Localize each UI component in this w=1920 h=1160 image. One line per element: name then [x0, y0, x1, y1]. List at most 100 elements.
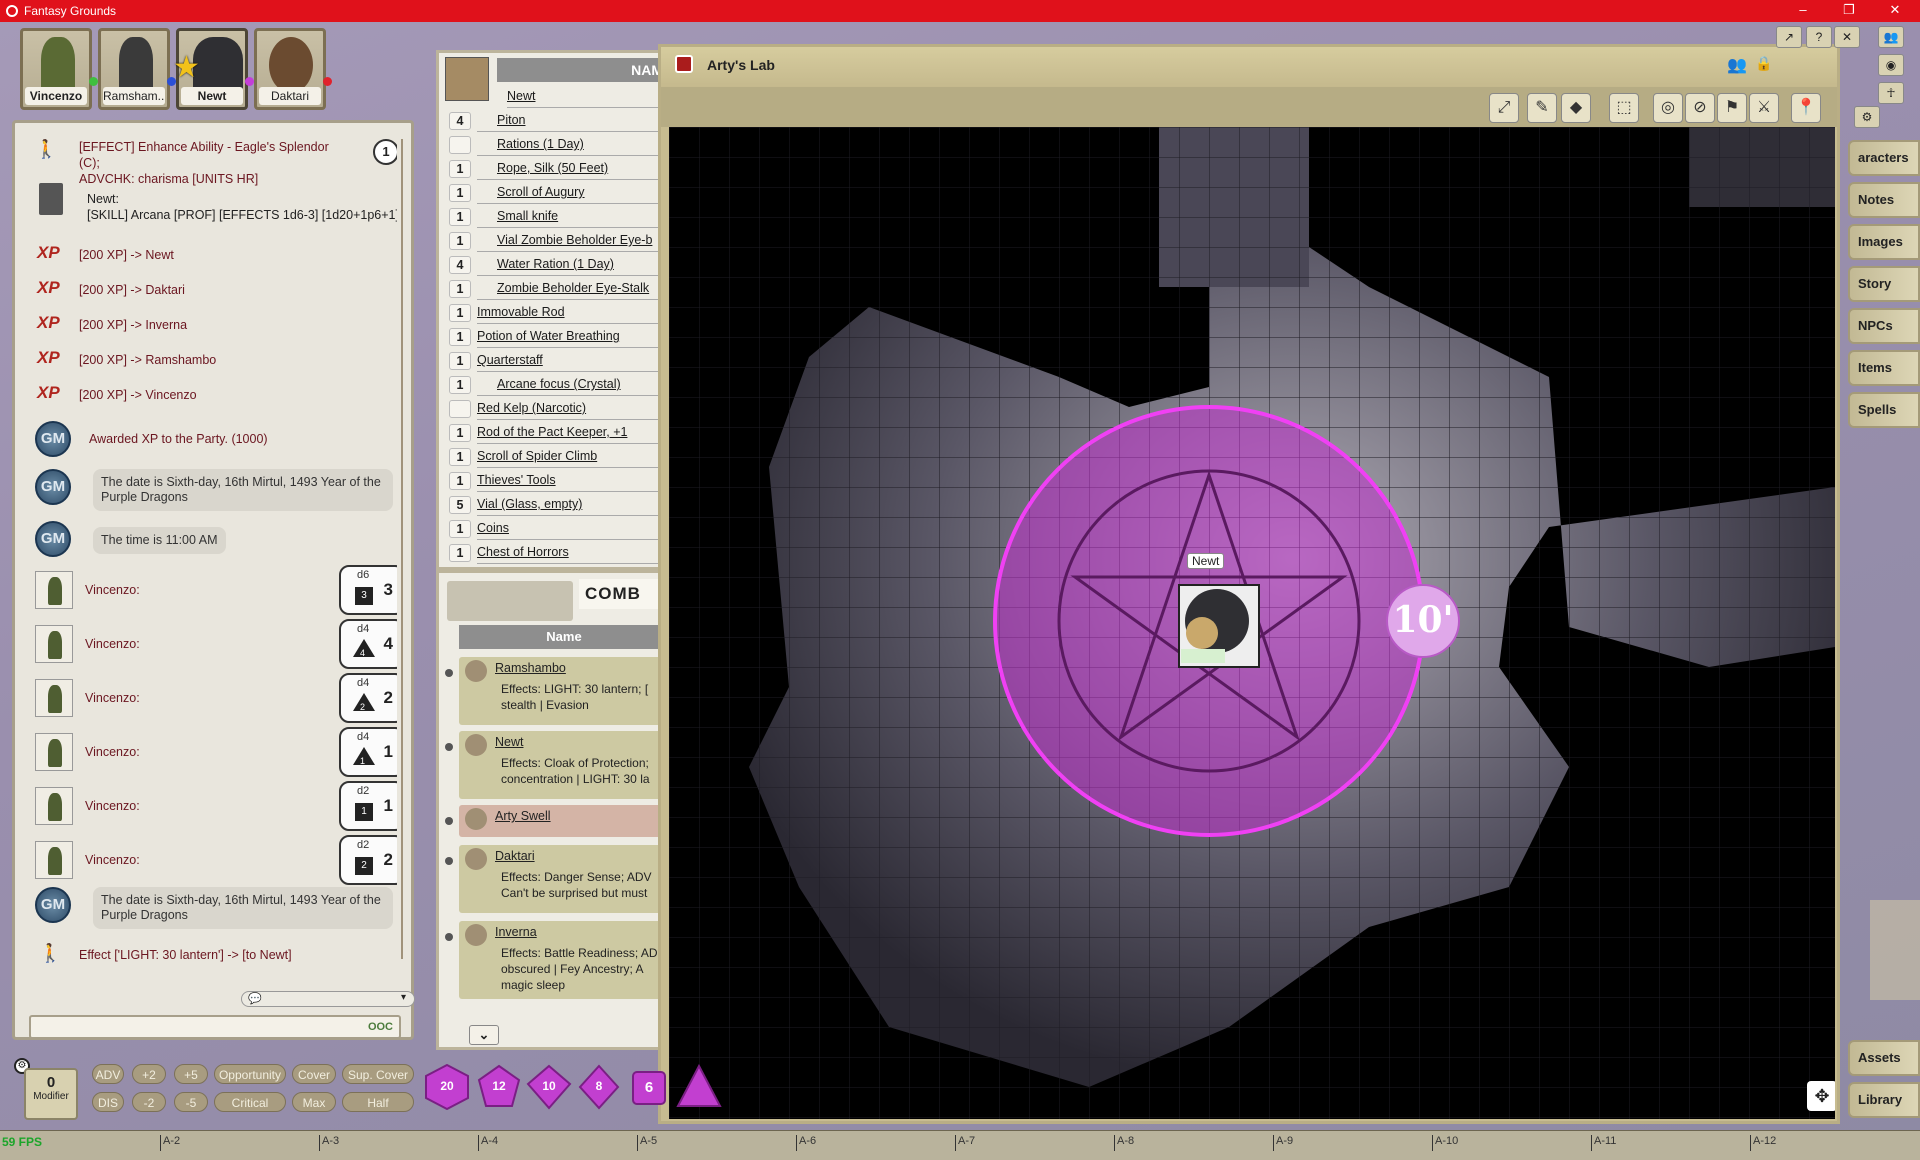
opportunity-button[interactable]: Opportunity	[214, 1064, 286, 1084]
critical-button[interactable]: Critical	[214, 1092, 286, 1112]
pencil-icon[interactable]: ✎	[1527, 93, 1557, 123]
minimize-button[interactable]: –	[1780, 0, 1826, 22]
item-quantity[interactable]: 1	[449, 544, 471, 562]
combatant-entry[interactable]: Arty Swell	[459, 805, 669, 837]
sidebar-item-story[interactable]: Story	[1848, 266, 1920, 302]
eraser-icon[interactable]: ◆	[1561, 93, 1591, 123]
item-quantity[interactable]: 1	[449, 520, 471, 538]
combatant-radio[interactable]	[445, 817, 453, 825]
inventory-item[interactable]: 1 Rod of the Pact Keeper, +1	[449, 423, 669, 444]
combatant-name[interactable]: Inverna	[495, 925, 537, 939]
item-quantity[interactable]	[449, 136, 471, 154]
map-recenter-button[interactable]: ✥	[1807, 1081, 1835, 1111]
item-name[interactable]: Piton	[497, 113, 526, 127]
item-quantity[interactable]: 1	[449, 208, 471, 226]
item-name[interactable]: Water Ration (1 Day)	[497, 257, 614, 271]
expand-button[interactable]: ⌄	[469, 1025, 499, 1045]
half-button[interactable]: Half	[342, 1092, 414, 1112]
item-name[interactable]: Rope, Silk (50 Feet)	[497, 161, 608, 175]
item-quantity[interactable]: 4	[449, 112, 471, 130]
d12-button[interactable]: 12	[476, 1064, 522, 1110]
inventory-item[interactable]: 4 Water Ration (1 Day)	[449, 255, 669, 276]
d6-button[interactable]: 6	[626, 1064, 672, 1110]
combatant-entry[interactable]: Newt Effects: Cloak of Protection; concent…	[459, 731, 669, 799]
inventory-item[interactable]: 4 Piton	[449, 111, 669, 132]
modifier-box[interactable]: 0 Modifier	[24, 1068, 78, 1120]
adv-button[interactable]: ADV	[92, 1064, 124, 1084]
gear-icon[interactable]: ⚙	[1854, 106, 1880, 128]
close-map-icon[interactable]: ✕	[1834, 26, 1860, 48]
flag-icon[interactable]: ⚑	[1717, 93, 1747, 123]
item-name[interactable]: Red Kelp (Narcotic)	[477, 401, 586, 415]
inventory-item[interactable]: 1 Scroll of Augury	[449, 183, 669, 204]
combatant-name[interactable]: Ramshambo	[495, 661, 566, 675]
item-quantity[interactable]: 1	[449, 328, 471, 346]
combatant-entry[interactable]: Inverna Effects: Battle Readiness; AD obsc…	[459, 921, 669, 999]
inventory-item[interactable]: 1 Scroll of Spider Climb	[449, 447, 669, 468]
item-name[interactable]: Chest of Horrors	[477, 545, 569, 559]
select-icon[interactable]: ⬚	[1609, 93, 1639, 123]
combatant-radio[interactable]	[445, 669, 453, 677]
item-quantity[interactable]: 1	[449, 280, 471, 298]
item-name[interactable]: Quarterstaff	[477, 353, 543, 367]
pin-icon[interactable]: 📍	[1791, 93, 1821, 123]
max-button[interactable]: Max	[292, 1092, 336, 1112]
item-name[interactable]: Scroll of Augury	[497, 185, 585, 199]
item-quantity[interactable]: 5	[449, 496, 471, 514]
inventory-item[interactable]: 1 Thieves' Tools	[449, 471, 669, 492]
d20-button[interactable]: 20	[424, 1063, 470, 1111]
item-name[interactable]: Immovable Rod	[477, 305, 565, 319]
inventory-item[interactable]: 1 Arcane focus (Crystal)	[449, 375, 669, 396]
item-quantity[interactable]: 1	[449, 424, 471, 442]
pointer-icon[interactable]: ↗	[1776, 26, 1802, 48]
combatant-radio[interactable]	[445, 743, 453, 751]
minus5-button[interactable]: -5	[174, 1092, 208, 1112]
party-portrait-ramshambo[interactable]: Ramsham...	[98, 28, 176, 110]
item-name[interactable]: Rations (1 Day)	[497, 137, 584, 151]
ooc-toggle[interactable]: OOC	[368, 1021, 393, 1033]
item-quantity[interactable]: 1	[449, 160, 471, 178]
chat-mode-select[interactable]: 💬 ▾	[241, 991, 415, 1007]
item-name[interactable]: Vial (Glass, empty)	[477, 497, 582, 511]
minus2-button[interactable]: -2	[132, 1092, 166, 1112]
item-name[interactable]: Zombie Beholder Eye-Stalk	[497, 281, 649, 295]
help-icon[interactable]: ?	[1806, 26, 1832, 48]
item-name[interactable]: Arcane focus (Crystal)	[497, 377, 621, 391]
inventory-item[interactable]: 1 Immovable Rod	[449, 303, 669, 324]
item-name[interactable]: Vial Zombie Beholder Eye-b	[497, 233, 652, 247]
inventory-item[interactable]: 1 Chest of Horrors	[449, 543, 669, 564]
item-name[interactable]: Rod of the Pact Keeper, +1	[477, 425, 627, 439]
item-name[interactable]: Thieves' Tools	[477, 473, 556, 487]
combatant-name[interactable]: Newt	[495, 735, 523, 749]
combatant-entry[interactable]: Ramshambo Effects: LIGHT: 30 lantern; [st…	[459, 657, 669, 725]
item-name[interactable]: Scroll of Spider Climb	[477, 449, 597, 463]
cover-button[interactable]: Cover	[292, 1064, 336, 1084]
close-button[interactable]: ✕	[1872, 0, 1918, 22]
sidebar-item-assets[interactable]: Assets	[1848, 1040, 1920, 1076]
inventory-item[interactable]: 1 Potion of Water Breathing	[449, 327, 669, 348]
map-canvas[interactable]: Newt 10' ✥	[669, 127, 1835, 1119]
figure-icon[interactable]: ☥	[1878, 82, 1904, 104]
sup-cover-button[interactable]: Sup. Cover	[342, 1064, 414, 1084]
d4-button[interactable]	[676, 1063, 722, 1110]
item-quantity[interactable]: 1	[449, 472, 471, 490]
item-name[interactable]: Small knife	[497, 209, 558, 223]
fullscreen-icon[interactable]: ⤢	[1489, 93, 1519, 123]
sidebar-item-notes[interactable]: Notes	[1848, 182, 1920, 218]
dis-button[interactable]: DIS	[92, 1092, 124, 1112]
inventory-item[interactable]: Red Kelp (Narcotic)	[449, 399, 669, 420]
chat-input[interactable]: OOC	[29, 1015, 401, 1039]
target-icon[interactable]: ◎	[1653, 93, 1683, 123]
chat-scrollbar[interactable]	[401, 139, 411, 959]
party-portrait-daktari[interactable]: Daktari	[254, 28, 332, 110]
item-quantity[interactable]: 1	[449, 232, 471, 250]
item-quantity[interactable]: 1	[449, 352, 471, 370]
people-icon[interactable]: 👥	[1878, 26, 1904, 48]
item-quantity[interactable]: 1	[449, 448, 471, 466]
plus2-button[interactable]: +2	[132, 1064, 166, 1084]
sidebar-item-items[interactable]: Items	[1848, 350, 1920, 386]
sidebar-item-images[interactable]: Images	[1848, 224, 1920, 260]
sword-icon[interactable]: ⚔	[1749, 93, 1779, 123]
item-name[interactable]: Coins	[477, 521, 509, 535]
inventory-item[interactable]: Rations (1 Day)	[449, 135, 669, 156]
